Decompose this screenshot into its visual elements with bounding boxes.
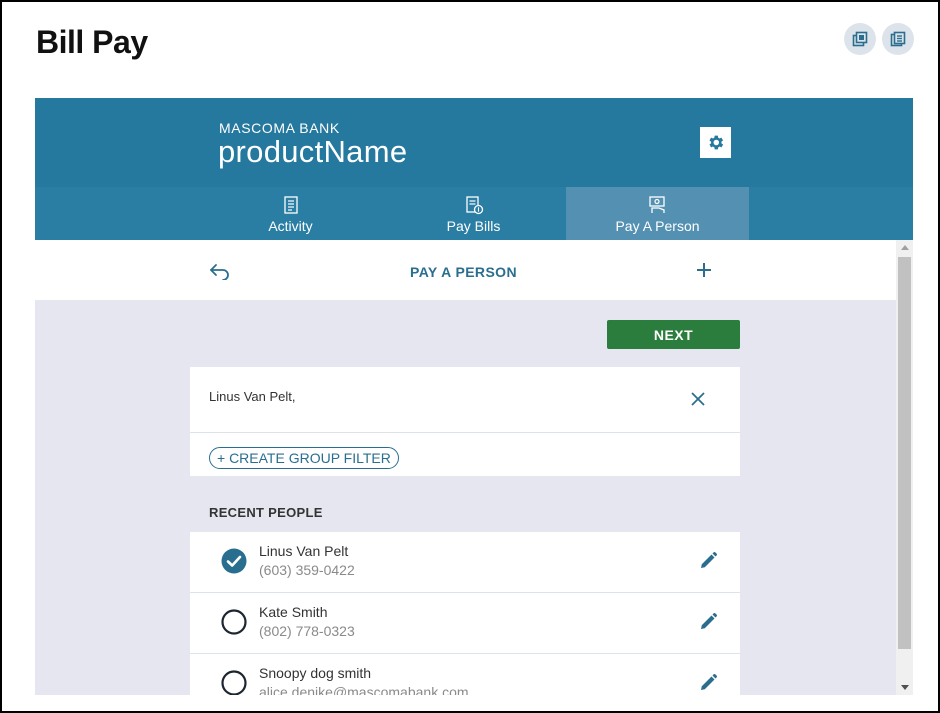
- person-phone: (802) 778-0323: [259, 623, 355, 639]
- pencil-icon[interactable]: [698, 551, 718, 571]
- plus-icon[interactable]: [695, 261, 713, 279]
- person-name: Snoopy dog smith: [259, 665, 372, 681]
- recent-people-heading: RECENT PEOPLE: [209, 505, 323, 520]
- popout-icon: [852, 31, 868, 47]
- recent-people-list: Linus Van Pelt (603) 359-0422 Kate Smith…: [190, 532, 740, 695]
- pencil-icon[interactable]: [698, 673, 718, 693]
- scroll-up-arrow-icon[interactable]: [901, 245, 909, 250]
- next-button[interactable]: NEXT: [607, 320, 740, 349]
- person-name: Linus Van Pelt: [259, 543, 349, 559]
- popout-button[interactable]: [844, 23, 876, 55]
- list-item[interactable]: Linus Van Pelt (603) 359-0422: [190, 532, 740, 592]
- vertical-scrollbar[interactable]: [896, 240, 913, 695]
- bill-pay-app: MASCOMA BANK productName Activity Pay Bi…: [35, 98, 913, 695]
- back-arrow-icon[interactable]: [209, 262, 231, 280]
- bill-pay-icon: [465, 196, 483, 215]
- sub-header-title: PAY A PERSON: [410, 264, 517, 280]
- person-email: alice.denike@mascomabank.com: [259, 684, 469, 695]
- close-icon[interactable]: [690, 391, 706, 407]
- divider: [190, 432, 740, 433]
- tab-pay-a-person[interactable]: Pay A Person: [566, 187, 749, 240]
- window-frame: Bill Pay MASCOMA BANK productName Activi…: [0, 0, 940, 713]
- document-button[interactable]: [882, 23, 914, 55]
- document-list-icon: [283, 196, 298, 214]
- pay-person-icon: [648, 196, 665, 213]
- list-item[interactable]: Kate Smith (802) 778-0323: [190, 592, 740, 653]
- tab-label: Pay Bills: [446, 218, 501, 234]
- pencil-icon[interactable]: [698, 612, 718, 632]
- unchecked-circle-icon[interactable]: [221, 670, 247, 695]
- tab-activity[interactable]: Activity: [199, 187, 382, 240]
- selected-recipients-card: Linus Van Pelt, + CREATE GROUP FILTER: [190, 367, 740, 476]
- scroll-down-arrow-icon[interactable]: [901, 685, 909, 690]
- document-icon: [890, 31, 906, 47]
- app-header: MASCOMA BANK productName: [35, 98, 913, 187]
- unchecked-circle-icon[interactable]: [221, 609, 247, 635]
- selected-recipients: Linus Van Pelt,: [209, 389, 296, 404]
- person-name: Kate Smith: [259, 604, 328, 620]
- page-title: Bill Pay: [36, 24, 148, 60]
- tab-bar: Activity Pay Bills Pay A Person: [35, 187, 913, 240]
- gear-icon: [709, 135, 724, 150]
- person-phone: (603) 359-0422: [259, 562, 355, 578]
- create-group-filter-button[interactable]: + CREATE GROUP FILTER: [209, 447, 399, 469]
- sub-header: PAY A PERSON: [35, 240, 896, 300]
- tab-label: Pay A Person: [615, 218, 700, 234]
- list-item[interactable]: Snoopy dog smith alice.denike@mascomaban…: [190, 653, 740, 695]
- product-name: productName: [218, 134, 408, 169]
- tab-pay-bills[interactable]: Pay Bills: [382, 187, 565, 240]
- tab-label: Activity: [268, 218, 313, 234]
- settings-button[interactable]: [700, 127, 731, 158]
- scroll-thumb[interactable]: [898, 257, 911, 649]
- checked-circle-icon[interactable]: [221, 548, 247, 574]
